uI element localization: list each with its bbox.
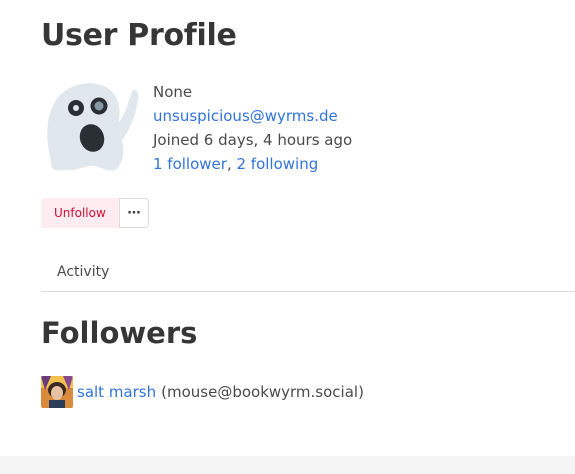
profile-tabs: Activity <box>41 254 575 292</box>
follower-handle: (mouse@bookwyrm.social) <box>161 383 364 401</box>
unfollow-button[interactable]: Unfollow <box>41 198 119 228</box>
ghost-icon <box>47 83 139 171</box>
profile-avatar <box>40 78 140 173</box>
follower-avatar[interactable] <box>41 376 73 408</box>
display-name: None <box>153 83 193 101</box>
follower-name-link[interactable]: salt marsh <box>77 383 156 401</box>
following-link[interactable]: 2 following <box>237 155 319 173</box>
follow-separator: , <box>226 155 237 173</box>
email-link[interactable]: unsuspicious@wyrms.de <box>153 107 338 125</box>
more-options-button[interactable]: ··· <box>118 198 149 228</box>
profile-info: None unsuspicious@wyrms.de Joined 6 days… <box>153 80 352 176</box>
tab-activity[interactable]: Activity <box>57 264 109 280</box>
followers-heading: Followers <box>41 316 198 350</box>
followers-link[interactable]: 1 follower <box>153 155 227 173</box>
follower-item: salt marsh (mouse@bookwyrm.social) <box>41 376 364 408</box>
profile-actions: Unfollow ··· <box>41 198 149 228</box>
joined-date: Joined 6 days, 4 hours ago <box>153 131 353 149</box>
page-title: User Profile <box>41 18 237 53</box>
ellipsis-icon: ··· <box>127 205 141 221</box>
footer <box>0 456 575 474</box>
